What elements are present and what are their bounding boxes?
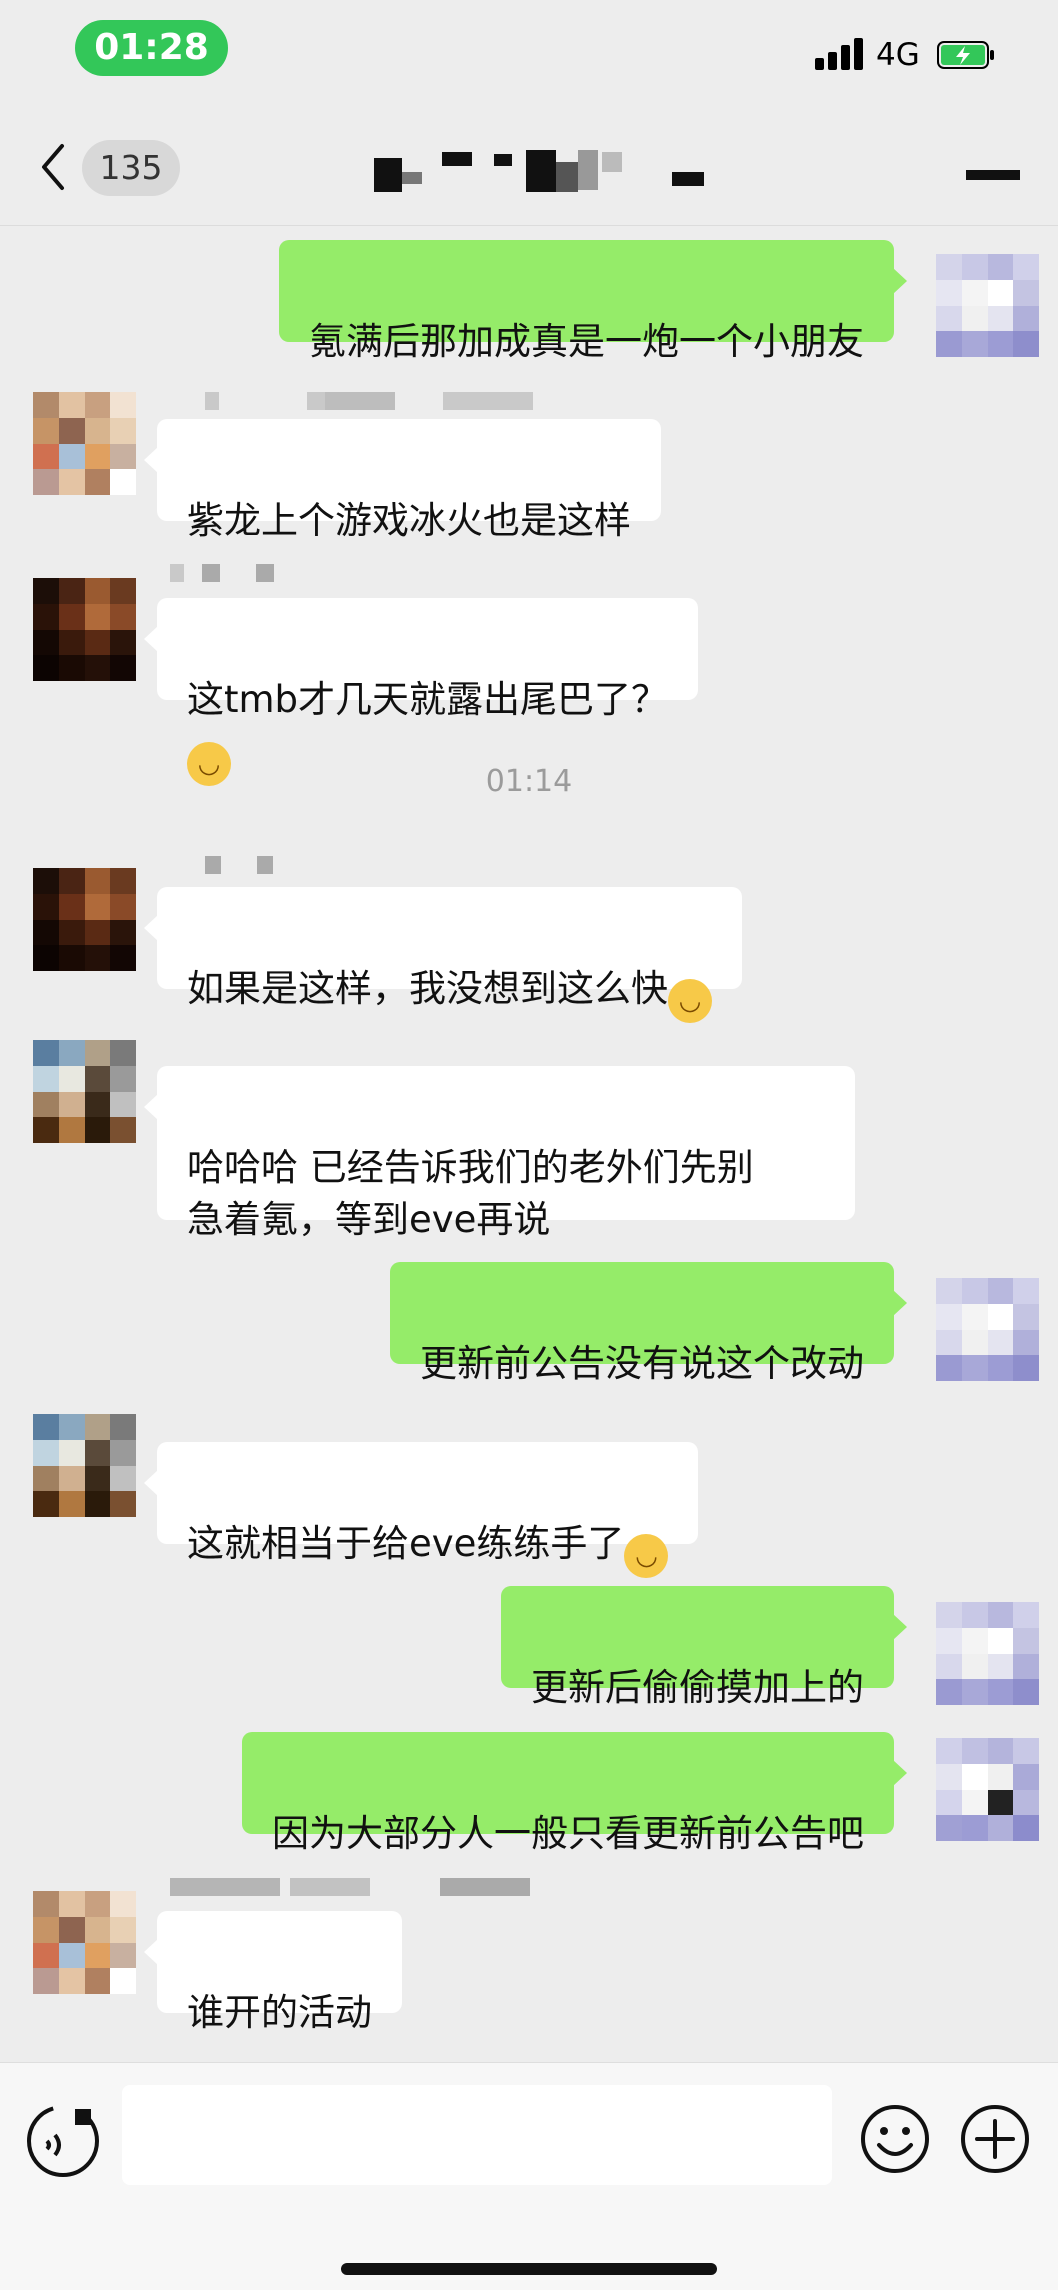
emoji-smile-icon[interactable] bbox=[859, 2103, 931, 2175]
message-bubble-outgoing[interactable]: 氪满后那加成真是一炮一个小朋友 bbox=[279, 240, 907, 363]
message-bubble-incoming[interactable]: 如果是这样，我没想到这么快 ◡ bbox=[144, 887, 742, 1023]
message-bubble-outgoing[interactable]: 更新后偷偷摸加上的 bbox=[501, 1586, 907, 1709]
sender-name-redacted bbox=[205, 856, 285, 874]
message-text: 更新后偷偷摸加上的 bbox=[531, 1666, 864, 1709]
message-text: 因为大部分人一般只看更新前公告吧 bbox=[272, 1812, 864, 1855]
message-bubble-incoming[interactable]: 紫龙上个游戏冰火也是这样 bbox=[144, 419, 661, 542]
sender-name-redacted bbox=[205, 392, 535, 410]
chat-header: 135 bbox=[0, 110, 1058, 226]
avatar-self[interactable] bbox=[936, 1278, 1039, 1381]
tears-of-joy-emoji: ◡ bbox=[624, 1534, 669, 1578]
message-text: 哈哈哈 已经告诉我们的老外们先别 急着氪，等到eve再说 bbox=[187, 1146, 754, 1241]
plus-circle-icon[interactable] bbox=[959, 2103, 1031, 2175]
message-text: 谁开的活动 bbox=[187, 1991, 372, 2034]
message-bubble-outgoing[interactable]: 更新前公告没有说这个改动 bbox=[390, 1262, 907, 1385]
avatar-contact[interactable] bbox=[33, 1040, 136, 1143]
battery-charging-icon bbox=[937, 41, 994, 69]
signal-bars-icon bbox=[815, 38, 863, 70]
message-text: 这就相当于给eve练练手了 bbox=[187, 1522, 625, 1565]
input-bar bbox=[0, 2062, 1058, 2290]
unread-count-badge[interactable]: 135 bbox=[82, 140, 180, 196]
message-bubble-incoming[interactable]: 谁开的活动 bbox=[144, 1911, 402, 2034]
message-bubble-incoming[interactable]: 哈哈哈 已经告诉我们的老外们先别 急着氪，等到eve再说 bbox=[144, 1066, 855, 1241]
avatar-contact[interactable] bbox=[33, 578, 136, 681]
home-indicator[interactable] bbox=[341, 2263, 717, 2275]
more-dots-icon[interactable] bbox=[962, 166, 1022, 182]
message-bubble-incoming[interactable]: 这tmb才几天就露出尾巴了？ ◡ bbox=[143, 598, 699, 786]
message-text: 氪满后那加成真是一炮一个小朋友 bbox=[309, 320, 864, 363]
message-bubble-incoming[interactable]: 这就相当于给eve练练手了 ◡ bbox=[143, 1442, 699, 1578]
message-text: 更新前公告没有说这个改动 bbox=[420, 1342, 864, 1385]
message-timestamp: 01:14 bbox=[485, 764, 573, 799]
message-text: 这tmb才几天就露出尾巴了？ bbox=[187, 678, 669, 721]
message-input[interactable] bbox=[122, 2085, 832, 2185]
avatar-self[interactable] bbox=[936, 1602, 1039, 1705]
message-text: 如果是这样，我没想到这么快 bbox=[187, 967, 668, 1010]
avatar-contact[interactable] bbox=[33, 1891, 136, 1994]
chat-title-redacted bbox=[374, 150, 704, 192]
message-text: 紫龙上个游戏冰火也是这样 bbox=[187, 499, 631, 542]
avatar-contact[interactable] bbox=[33, 392, 136, 495]
avatar-self[interactable] bbox=[936, 254, 1039, 357]
message-bubble-outgoing[interactable]: 因为大部分人一般只看更新前公告吧 bbox=[242, 1732, 907, 1855]
sender-name-redacted bbox=[170, 564, 280, 582]
avatar-contact[interactable] bbox=[33, 868, 136, 971]
tears-of-joy-emoji: ◡ bbox=[668, 979, 712, 1023]
network-label: 4G bbox=[876, 37, 920, 73]
sender-name-redacted bbox=[170, 1878, 530, 1896]
status-bar: 01:28 4G bbox=[0, 0, 1058, 110]
avatar-contact[interactable] bbox=[33, 1414, 136, 1517]
message-list[interactable]: 氪满后那加成真是一炮一个小朋友 紫龙上个游戏冰火也是这样 这tmb才几天就露出尾… bbox=[0, 226, 1058, 2062]
status-time: 01:28 bbox=[75, 20, 228, 76]
avatar-self[interactable] bbox=[936, 1738, 1039, 1841]
voice-icon[interactable] bbox=[25, 2103, 101, 2179]
chevron-left-icon[interactable] bbox=[38, 142, 68, 192]
